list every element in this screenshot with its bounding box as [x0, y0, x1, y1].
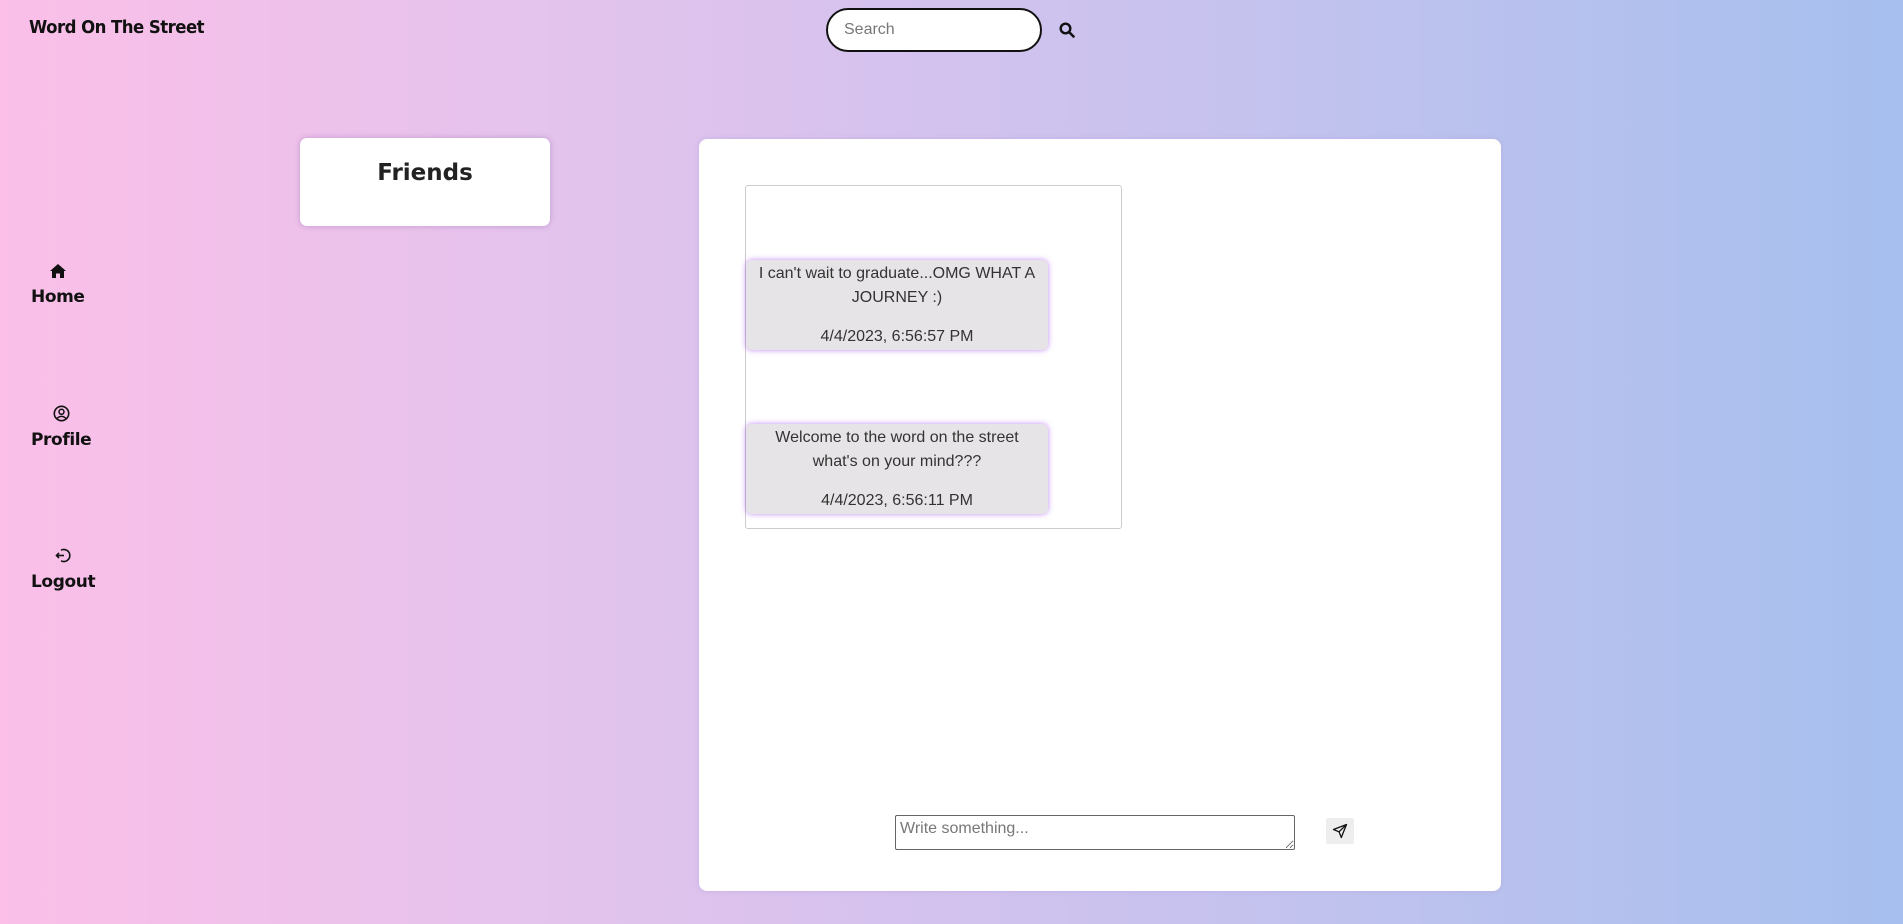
post-card: Welcome to the word on the street what's…: [746, 424, 1048, 514]
search-input[interactable]: [826, 8, 1042, 52]
post-card: I can't wait to graduate...OMG WHAT A JO…: [746, 260, 1048, 350]
main-panel: I can't wait to graduate...OMG WHAT A JO…: [699, 139, 1501, 891]
search-bar: [826, 8, 1078, 52]
nav-profile[interactable]: Profile: [31, 405, 92, 450]
post-timestamp: 4/4/2023, 6:56:57 PM: [820, 328, 974, 345]
user-circle-icon: [53, 405, 70, 427]
brand-title[interactable]: Word On The Street: [29, 17, 205, 38]
nav-logout-label: Logout: [31, 572, 96, 592]
nav-home-label: Home: [31, 287, 85, 307]
post-timestamp: 4/4/2023, 6:56:11 PM: [821, 492, 973, 509]
post-textarea[interactable]: [895, 815, 1295, 850]
send-button[interactable]: [1326, 817, 1354, 844]
post-text: I can't wait to graduate...OMG WHAT A JO…: [758, 265, 1036, 306]
post-text: Welcome to the word on the street what's…: [775, 429, 1019, 470]
friends-card: Friends: [300, 138, 550, 226]
feed-list[interactable]: I can't wait to graduate...OMG WHAT A JO…: [745, 185, 1122, 529]
send-icon: [1332, 823, 1348, 838]
nav-home[interactable]: Home: [31, 263, 85, 307]
friends-title: Friends: [377, 160, 473, 186]
search-icon[interactable]: [1056, 19, 1078, 41]
nav-logout[interactable]: Logout: [31, 547, 96, 592]
home-icon: [49, 263, 67, 284]
logout-icon: [54, 547, 72, 569]
composer: [895, 815, 1354, 850]
nav-profile-label: Profile: [31, 430, 92, 450]
